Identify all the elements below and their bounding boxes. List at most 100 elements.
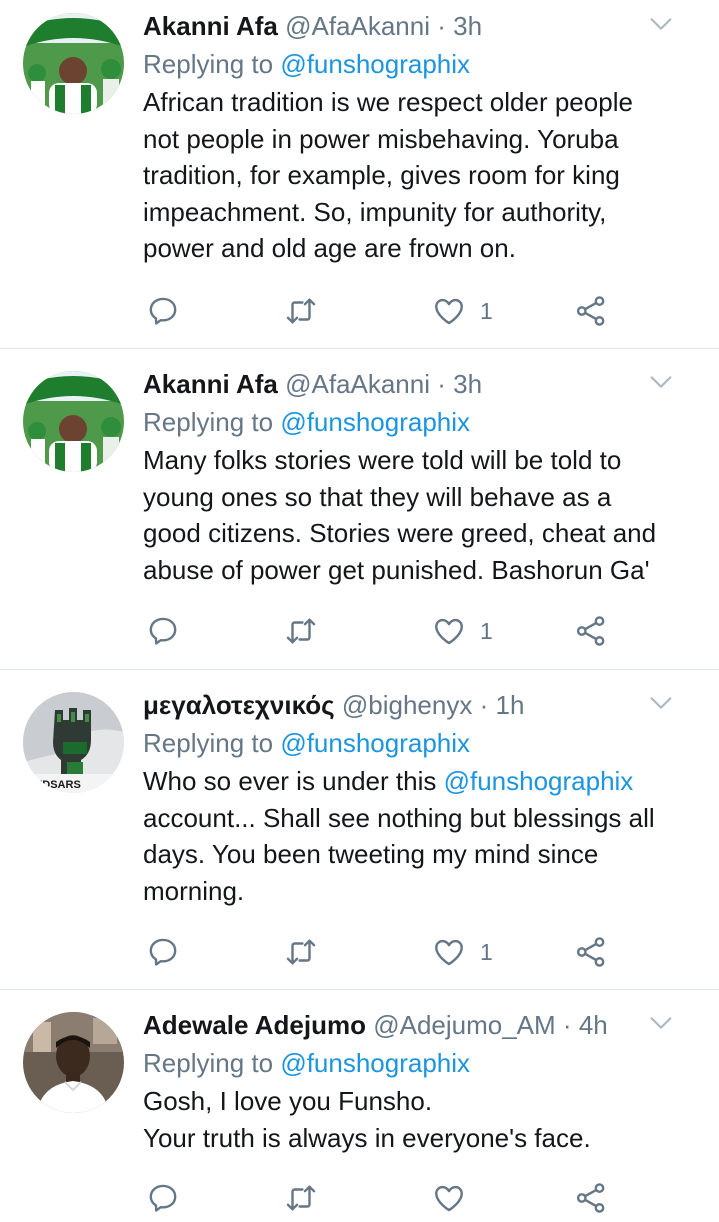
- separator: ·: [437, 369, 446, 399]
- separator: ·: [437, 11, 446, 41]
- retweet-button[interactable]: [284, 291, 318, 331]
- tweet-text: Who so ever is under this @funshographix…: [143, 763, 699, 909]
- chevron-down-icon[interactable]: [647, 10, 675, 38]
- reply-button[interactable]: [146, 291, 180, 331]
- reply-button[interactable]: [146, 611, 180, 651]
- timestamp[interactable]: 3h: [453, 11, 482, 41]
- reply-icon: [146, 1181, 180, 1215]
- share-button[interactable]: [574, 1178, 608, 1218]
- user-handle[interactable]: @Adejumo_AM: [373, 1010, 555, 1040]
- reply-icon: [146, 294, 180, 328]
- tweet-text: African tradition is we respect older pe…: [143, 84, 699, 267]
- like-button[interactable]: [432, 1178, 480, 1218]
- text-fragment: Who so ever is under this: [143, 766, 444, 796]
- mention-link[interactable]: @funshographix: [280, 1048, 470, 1078]
- nigeria-fan-avatar-image: [23, 371, 124, 472]
- share-icon: [574, 294, 608, 328]
- text-line: account... Shall see nothing but blessin…: [143, 802, 655, 833]
- user-handle[interactable]: @bighenyx: [342, 690, 472, 720]
- share-icon: [574, 614, 608, 648]
- tweet-header: μεγαλοτεχνικός @bighenyx · 1h: [143, 687, 699, 723]
- replying-to: Replying to @funshographix: [143, 1045, 699, 1081]
- text-line: good citizens. Stories were greed, cheat…: [143, 518, 657, 549]
- tweet-header: Akanni Afa @AfaAkanni · 3h: [143, 8, 699, 44]
- reply-icon: [146, 614, 180, 648]
- replying-prefix: Replying to: [143, 49, 274, 79]
- chevron-down-icon[interactable]: [647, 368, 675, 396]
- reply-button[interactable]: [146, 1178, 180, 1218]
- share-icon: [574, 1181, 608, 1215]
- replying-to: Replying to @funshographix: [143, 46, 699, 82]
- tweet-1[interactable]: Akanni Afa @AfaAkanni · 3h Replying to @…: [0, 0, 719, 349]
- text-line: days. You been tweeting my mind since: [143, 839, 599, 870]
- share-button[interactable]: [574, 611, 608, 651]
- share-button[interactable]: [574, 291, 608, 331]
- retweet-icon: [284, 294, 318, 328]
- avatar[interactable]: ENDSARS: [23, 692, 124, 793]
- display-name[interactable]: Akanni Afa: [143, 369, 278, 399]
- replies-feed: Akanni Afa @AfaAkanni · 3h Replying to @…: [0, 0, 719, 1222]
- mention-link[interactable]: @funshographix: [280, 407, 470, 437]
- tweet-2[interactable]: Akanni Afa @AfaAkanni · 3h Replying to @…: [0, 349, 719, 670]
- like-button[interactable]: 1: [432, 611, 493, 651]
- reply-button[interactable]: [146, 932, 180, 972]
- separator: ·: [562, 1010, 572, 1040]
- retweet-icon: [284, 1181, 318, 1215]
- timestamp[interactable]: 3h: [453, 369, 482, 399]
- heart-icon: [432, 935, 466, 969]
- mention-link[interactable]: @funshographix: [280, 49, 470, 79]
- timestamp[interactable]: 1h: [495, 690, 524, 720]
- text-line: young ones so that they will behave as a: [143, 481, 612, 512]
- share-button[interactable]: [574, 932, 608, 972]
- retweet-icon: [284, 935, 318, 969]
- tweet-actions: [143, 1178, 623, 1218]
- tweet-actions: 1: [143, 611, 623, 651]
- text-line: abuse of power get punished. Bashorun Ga…: [143, 554, 650, 585]
- nigeria-fan-avatar-image: [23, 13, 124, 114]
- mention-link[interactable]: @funshographix: [280, 728, 470, 758]
- chevron-down-icon[interactable]: [647, 1009, 675, 1037]
- avatar[interactable]: [23, 1012, 124, 1113]
- retweet-icon: [284, 614, 318, 648]
- text-line: impeachment. So, impunity for authority,: [143, 196, 607, 227]
- retweet-button[interactable]: [284, 611, 318, 651]
- tweet-actions: 1: [143, 932, 623, 972]
- display-name[interactable]: Akanni Afa: [143, 11, 278, 41]
- like-count: 1: [480, 297, 493, 324]
- chevron-down-icon[interactable]: [647, 689, 675, 717]
- heart-icon: [432, 294, 466, 328]
- tweet-text: Many folks stories were told will be tol…: [143, 442, 699, 588]
- display-name[interactable]: Adewale Adejumo: [143, 1010, 366, 1040]
- text-line: African tradition is we respect older pe…: [143, 87, 633, 117]
- reply-icon: [146, 935, 180, 969]
- replying-prefix: Replying to: [143, 1048, 274, 1078]
- tweet-4[interactable]: Adewale Adejumo @Adejumo_AM · 4h Replyin…: [0, 990, 719, 1222]
- tweet-actions: 1: [143, 291, 623, 331]
- text-line: power and old age are frown on.: [143, 233, 516, 264]
- replying-prefix: Replying to: [143, 407, 274, 437]
- display-name[interactable]: μεγαλοτεχνικός: [143, 690, 335, 720]
- like-button[interactable]: 1: [432, 932, 493, 972]
- share-icon: [574, 935, 608, 969]
- replying-to: Replying to @funshographix: [143, 725, 699, 761]
- tweet-3[interactable]: ENDSARS μεγαλοτεχνικός @bighenyx · 1h Re…: [0, 670, 719, 990]
- like-button[interactable]: 1: [432, 291, 493, 331]
- replying-prefix: Replying to: [143, 728, 274, 758]
- separator: ·: [479, 690, 489, 720]
- retweet-button[interactable]: [284, 932, 318, 972]
- avatar[interactable]: [23, 13, 124, 114]
- retweet-button[interactable]: [284, 1178, 318, 1218]
- text-line: Who so ever is under this @funshographix: [143, 763, 699, 800]
- portrait-photo-avatar-image: [23, 1012, 124, 1113]
- text-line: Many folks stories were told will be tol…: [143, 445, 622, 475]
- heart-icon: [432, 1181, 466, 1215]
- avatar-caption: ENDSARS: [27, 779, 81, 791]
- mention-link[interactable]: @funshographix: [444, 766, 634, 796]
- avatar[interactable]: [23, 371, 124, 472]
- text-line: tradition, for example, gives room for k…: [143, 160, 620, 191]
- user-handle[interactable]: @AfaAkanni: [285, 11, 430, 41]
- timestamp[interactable]: 4h: [579, 1010, 608, 1040]
- tweet-header: Akanni Afa @AfaAkanni · 3h: [143, 366, 699, 402]
- user-handle[interactable]: @AfaAkanni: [285, 369, 430, 399]
- like-count: 1: [480, 938, 493, 965]
